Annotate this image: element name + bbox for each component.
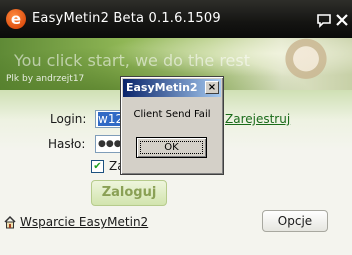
dialog-message: Client Send Fail [133, 109, 211, 120]
register-link[interactable]: Zarejestruj [225, 111, 290, 127]
error-dialog: EasyMetin2 × Client Send Fail OK [120, 76, 224, 175]
banner-slogan: You click start, we do the rest [14, 51, 251, 70]
app-logo: e [6, 9, 26, 29]
app-window: e EasyMetin2 Beta 0.1.6.1509 You click s… [0, 0, 352, 255]
banner-credit: Plk by andrzejt17 [6, 74, 85, 84]
banner-artwork [274, 38, 338, 90]
speech-bubble-icon[interactable] [316, 12, 332, 28]
title-bar[interactable]: e EasyMetin2 Beta 0.1.6.1509 [0, 0, 352, 38]
password-label: Hasło: [48, 137, 86, 151]
support-link[interactable]: Wsparcie EasyMetin2 [20, 214, 148, 230]
close-icon[interactable] [334, 12, 350, 28]
options-button[interactable]: Opcje [262, 210, 328, 232]
home-icon [4, 214, 16, 229]
ok-button-focus-ring [140, 141, 203, 154]
login-label: Login: [50, 112, 87, 126]
dialog-title: EasyMetin2 [126, 81, 198, 94]
remember-checkbox[interactable]: ✔ [91, 160, 104, 173]
dialog-title-bar[interactable]: EasyMetin2 × [123, 79, 221, 97]
dialog-close-button[interactable]: × [205, 81, 219, 94]
ok-button[interactable]: OK [136, 137, 207, 158]
login-button[interactable]: Zaloguj [91, 180, 167, 206]
window-title: EasyMetin2 Beta 0.1.6.1509 [32, 11, 221, 26]
